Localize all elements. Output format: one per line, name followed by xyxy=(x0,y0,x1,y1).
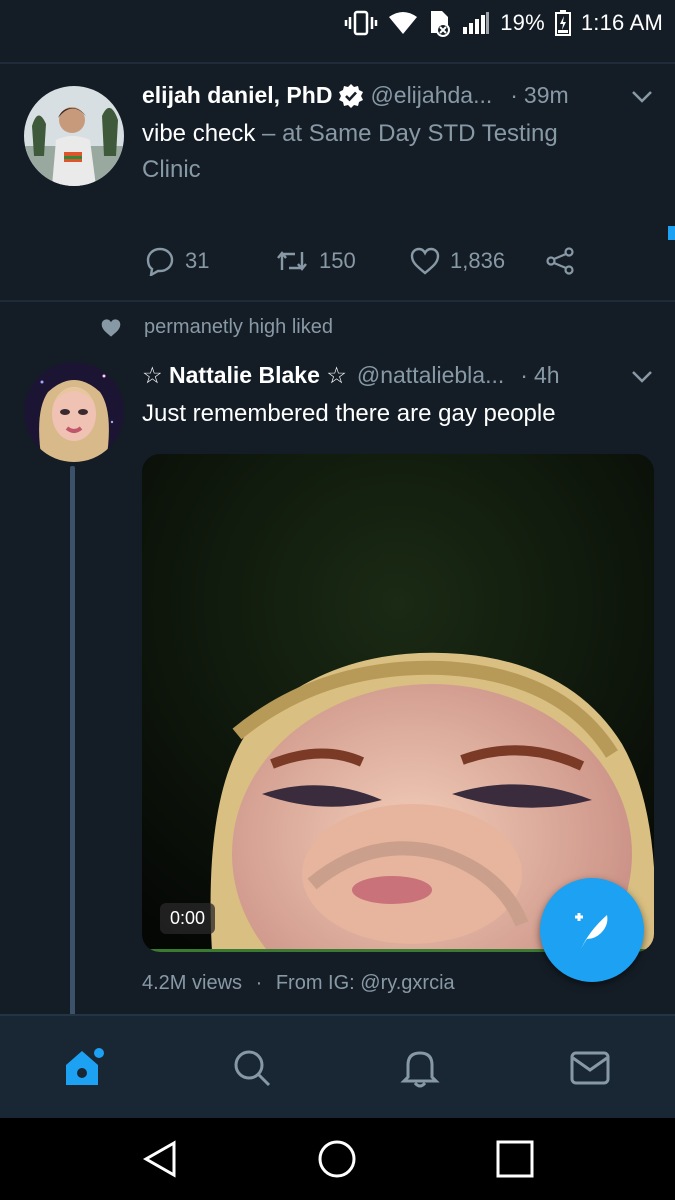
tab-home[interactable] xyxy=(0,1016,168,1120)
screen: 19% 1:16 AM elijah daniel, PhD @elijahda… xyxy=(0,0,675,1200)
recents-icon xyxy=(496,1140,534,1178)
view-count: 4.2M views xyxy=(142,972,243,994)
tweet-actions: 31 150 1,836 xyxy=(145,246,575,276)
separator-dot: · xyxy=(520,362,528,388)
tweet-text: Just remembered there are gay people xyxy=(142,400,556,427)
notifications-icon xyxy=(400,1051,440,1088)
media-source[interactable]: From IG: @ry.gxrcia xyxy=(276,972,455,994)
recents-button[interactable] xyxy=(455,1118,575,1200)
tweet-body: vibe check xyxy=(142,120,256,147)
handle[interactable]: @elijahda... xyxy=(370,82,492,109)
compose-quill-icon xyxy=(575,913,608,949)
back-button[interactable] xyxy=(100,1118,220,1200)
retweet-button[interactable]: 150 xyxy=(275,248,410,274)
tweet-header: elijah daniel, PhD @elijahda... · 39m xyxy=(142,82,652,109)
tweet[interactable]: elijah daniel, PhD @elijahda... · 39m vi… xyxy=(0,0,675,300)
reply-icon xyxy=(146,247,174,276)
tweet-text: vibe check – at Same Day STD Testing Cli… xyxy=(142,116,622,188)
system-nav-bar xyxy=(0,1118,675,1200)
tab-search[interactable] xyxy=(168,1016,336,1120)
messages-icon xyxy=(570,1051,610,1085)
chevron-down-icon[interactable] xyxy=(631,90,653,104)
chevron-down-icon[interactable] xyxy=(631,370,653,384)
reply-button[interactable]: 31 xyxy=(145,246,275,276)
heart-filled-icon xyxy=(101,318,121,337)
avatar[interactable] xyxy=(24,86,124,186)
media-meta: 4.2M views · From IG: @ry.gxrcia xyxy=(142,972,455,995)
video-player[interactable]: 0:00 xyxy=(142,454,654,952)
separator-dot: · xyxy=(510,82,518,108)
display-name[interactable]: ☆ Nattalie Blake ☆ xyxy=(142,362,347,389)
tweet-header: ☆ Nattalie Blake ☆ @nattaliebla... · 4h xyxy=(142,362,642,389)
avatar-photo xyxy=(24,86,124,186)
avatar-photo xyxy=(24,362,124,462)
liked-by-text[interactable]: permanetly high liked xyxy=(144,316,333,339)
avatar[interactable] xyxy=(24,362,124,462)
back-icon xyxy=(142,1140,176,1178)
share-button[interactable] xyxy=(545,247,575,275)
tab-messages[interactable] xyxy=(506,1016,674,1120)
retweet-icon xyxy=(277,251,307,271)
tab-notifications[interactable] xyxy=(336,1016,504,1120)
search-icon xyxy=(234,1050,271,1087)
scroll-indicator xyxy=(668,226,675,240)
like-count: 1,836 xyxy=(450,248,506,273)
video-thumbnail xyxy=(142,454,654,952)
like-button[interactable]: 1,836 xyxy=(410,247,545,275)
video-duration: 0:00 xyxy=(160,903,216,934)
timestamp[interactable]: 4h xyxy=(534,362,560,389)
home-icon xyxy=(66,1048,104,1085)
thread-line xyxy=(70,466,75,1016)
home-button[interactable] xyxy=(277,1118,397,1200)
social-context: permanetly high liked xyxy=(100,316,333,339)
handle[interactable]: @nattaliebla... xyxy=(357,362,504,389)
bottom-tab-bar xyxy=(0,1014,675,1118)
heart-icon xyxy=(410,247,440,275)
reply-count: 31 xyxy=(185,248,210,273)
share-icon xyxy=(546,247,574,275)
verified-badge-icon xyxy=(339,83,364,108)
compose-tweet-button[interactable] xyxy=(540,878,644,982)
retweet-count: 150 xyxy=(319,248,356,273)
divider xyxy=(0,300,675,302)
home-circle-icon xyxy=(318,1140,356,1178)
timestamp[interactable]: 39m xyxy=(524,82,569,109)
separator-dot: · xyxy=(255,972,263,994)
display-name[interactable]: elijah daniel, PhD xyxy=(142,82,332,109)
